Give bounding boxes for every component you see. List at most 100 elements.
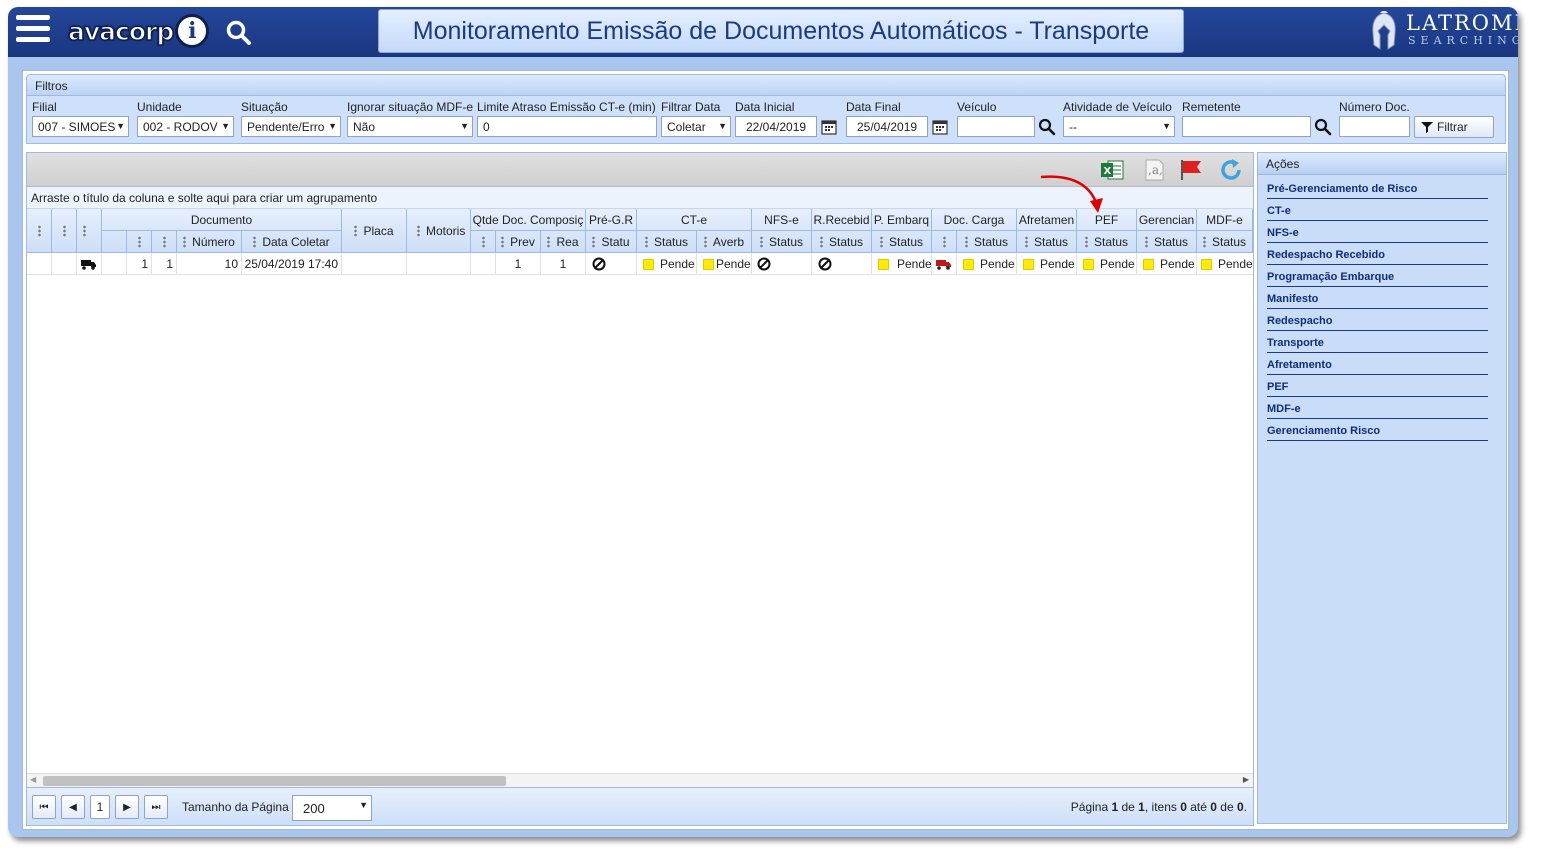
- scroll-right-icon[interactable]: ▶: [1243, 775, 1249, 784]
- atividade-veiculo-select[interactable]: --: [1063, 116, 1175, 137]
- action-transporte[interactable]: Transporte: [1267, 331, 1488, 353]
- header-p-embarque[interactable]: P. Embarq: [872, 209, 932, 231]
- flag-icon[interactable]: [1178, 158, 1204, 182]
- cell-afretamento-status[interactable]: Pende: [1017, 253, 1077, 275]
- header-cte[interactable]: CT-e: [637, 209, 752, 231]
- situacao-select[interactable]: Pendente/Erro: [241, 116, 341, 137]
- header-p-embarque-status[interactable]: Status: [872, 231, 932, 253]
- cell-mdfe-status[interactable]: Pende: [1197, 253, 1253, 275]
- row-cell: 1: [127, 253, 152, 275]
- svg-text:,a,: ,a,: [1148, 163, 1163, 177]
- column-header[interactable]: [27, 209, 52, 253]
- header-data-coletar[interactable]: Data Coletar: [242, 231, 342, 253]
- data-final-input[interactable]: 25/04/2019: [846, 116, 928, 137]
- action-afretamento[interactable]: Afretamento: [1267, 353, 1488, 375]
- filtrar-button[interactable]: Filtrar: [1414, 116, 1494, 138]
- header-pre-gr[interactable]: Pré-G.R: [586, 209, 637, 231]
- refresh-icon[interactable]: [1219, 158, 1245, 182]
- cell-gerenciamento-status[interactable]: Pende: [1137, 253, 1197, 275]
- app-logo[interactable]: avacorp i: [67, 13, 210, 49]
- ignorar-mdfe-label: Ignorar situação MDF-e: [347, 100, 474, 114]
- table-row[interactable]: 1 1 10 25/04/2019 17:40 1 1 Pende Pende: [27, 253, 1253, 275]
- limite-atraso-input[interactable]: 0: [477, 116, 657, 137]
- action-gerenciamento-risco[interactable]: Gerenciamento Risco: [1267, 419, 1488, 441]
- action-pef[interactable]: PEF: [1267, 375, 1488, 397]
- unidade-select[interactable]: 002 - RODOV: [137, 116, 234, 137]
- action-redespacho-recebido[interactable]: Redespacho Recebido: [1267, 243, 1488, 265]
- numero-doc-input[interactable]: [1339, 116, 1410, 137]
- action-mdfe[interactable]: MDF-e: [1267, 397, 1488, 419]
- action-nfse[interactable]: NFS-e: [1267, 221, 1488, 243]
- header-cte-status[interactable]: Status: [637, 231, 697, 253]
- scrollbar-thumb[interactable]: [43, 776, 506, 786]
- menu-icon[interactable]: [16, 15, 50, 45]
- action-manifesto[interactable]: Manifesto: [1267, 287, 1488, 309]
- header-motorista[interactable]: Motoris: [407, 209, 471, 253]
- header-gerenciamento-status[interactable]: Status: [1137, 231, 1197, 253]
- page-size-select[interactable]: 200: [292, 795, 372, 821]
- cell-cte-averb[interactable]: Pende: [697, 253, 752, 275]
- blocked-icon[interactable]: [812, 253, 872, 275]
- header-numero[interactable]: Número: [177, 231, 242, 253]
- text-icon[interactable]: ,a,: [1141, 158, 1167, 182]
- cell-cte-status[interactable]: Pende: [637, 253, 697, 275]
- cell-pef-status[interactable]: Pende: [1077, 253, 1137, 275]
- horizontal-scrollbar[interactable]: ◀ ▶: [27, 773, 1253, 787]
- column-header[interactable]: [127, 231, 152, 253]
- header-mdfe-status[interactable]: Status: [1197, 231, 1253, 253]
- column-header[interactable]: [932, 231, 957, 253]
- header-placa[interactable]: Placa: [342, 209, 407, 253]
- ignorar-mdfe-select[interactable]: Não: [347, 116, 473, 137]
- header-prev[interactable]: Prev: [496, 231, 541, 253]
- header-nfse[interactable]: NFS-e: [752, 209, 812, 231]
- header-rea[interactable]: Rea: [541, 231, 586, 253]
- column-header[interactable]: [52, 209, 77, 253]
- current-page-button[interactable]: 1: [90, 795, 110, 819]
- header-doc-carga[interactable]: Doc. Carga: [932, 209, 1017, 231]
- calendar-icon[interactable]: [931, 118, 949, 136]
- filtrar-data-select[interactable]: Coletar: [661, 116, 731, 137]
- column-header[interactable]: [471, 231, 496, 253]
- cell-doc-carga-status[interactable]: Pende: [957, 253, 1017, 275]
- truck-icon[interactable]: [77, 253, 102, 275]
- calendar-icon[interactable]: [820, 118, 838, 136]
- cell-p-embarque-status[interactable]: Pende: [872, 253, 932, 275]
- blocked-icon[interactable]: [752, 253, 812, 275]
- header-r-recebido-status[interactable]: Status: [812, 231, 872, 253]
- remetente-input[interactable]: [1182, 116, 1311, 137]
- veiculo-input[interactable]: [957, 116, 1035, 137]
- action-cte[interactable]: CT-e: [1267, 199, 1488, 221]
- header-afretamento-status[interactable]: Status: [1017, 231, 1077, 253]
- header-mdfe[interactable]: MDF-e: [1197, 209, 1253, 231]
- first-page-button[interactable]: ⏮: [32, 795, 56, 819]
- header-documento[interactable]: Documento: [102, 209, 342, 231]
- header-nfse-status[interactable]: Status: [752, 231, 812, 253]
- last-page-button[interactable]: ⏭: [144, 795, 168, 819]
- blocked-icon[interactable]: [586, 253, 637, 275]
- header-pre-gr-status[interactable]: Statu: [586, 231, 637, 253]
- header-cte-averb[interactable]: Averb: [697, 231, 752, 253]
- column-header[interactable]: [102, 231, 127, 253]
- action-redespacho[interactable]: Redespacho: [1267, 309, 1488, 331]
- header-doc-carga-status[interactable]: Status: [957, 231, 1017, 253]
- filial-select[interactable]: 007 - SIMOES: [32, 116, 129, 137]
- column-header[interactable]: [152, 231, 177, 253]
- next-page-button[interactable]: ▶: [115, 795, 139, 819]
- data-inicial-input[interactable]: 22/04/2019: [735, 116, 817, 137]
- action-pre-gerenciamento-risco[interactable]: Pré-Gerenciamento de Risco: [1267, 177, 1488, 199]
- action-programacao-embarque[interactable]: Programação Embarque: [1267, 265, 1488, 287]
- search-icon[interactable]: [1314, 118, 1332, 136]
- search-icon[interactable]: [1038, 118, 1056, 136]
- prev-page-button[interactable]: ◀: [61, 795, 85, 819]
- info-icon: i: [175, 14, 210, 48]
- header-pef-status[interactable]: Status: [1077, 231, 1137, 253]
- column-header[interactable]: [77, 209, 102, 253]
- header-r-recebido[interactable]: R.Recebid: [812, 209, 872, 231]
- scroll-left-icon[interactable]: ◀: [30, 775, 36, 784]
- header-qtde-doc[interactable]: Qtde Doc. Composiç: [471, 209, 586, 231]
- search-icon[interactable]: [225, 19, 253, 47]
- pending-icon: [1083, 258, 1094, 270]
- row-cell: [102, 253, 127, 275]
- header-gerenciamento[interactable]: Gerencian: [1137, 209, 1197, 231]
- truck-red-icon[interactable]: [932, 253, 957, 275]
